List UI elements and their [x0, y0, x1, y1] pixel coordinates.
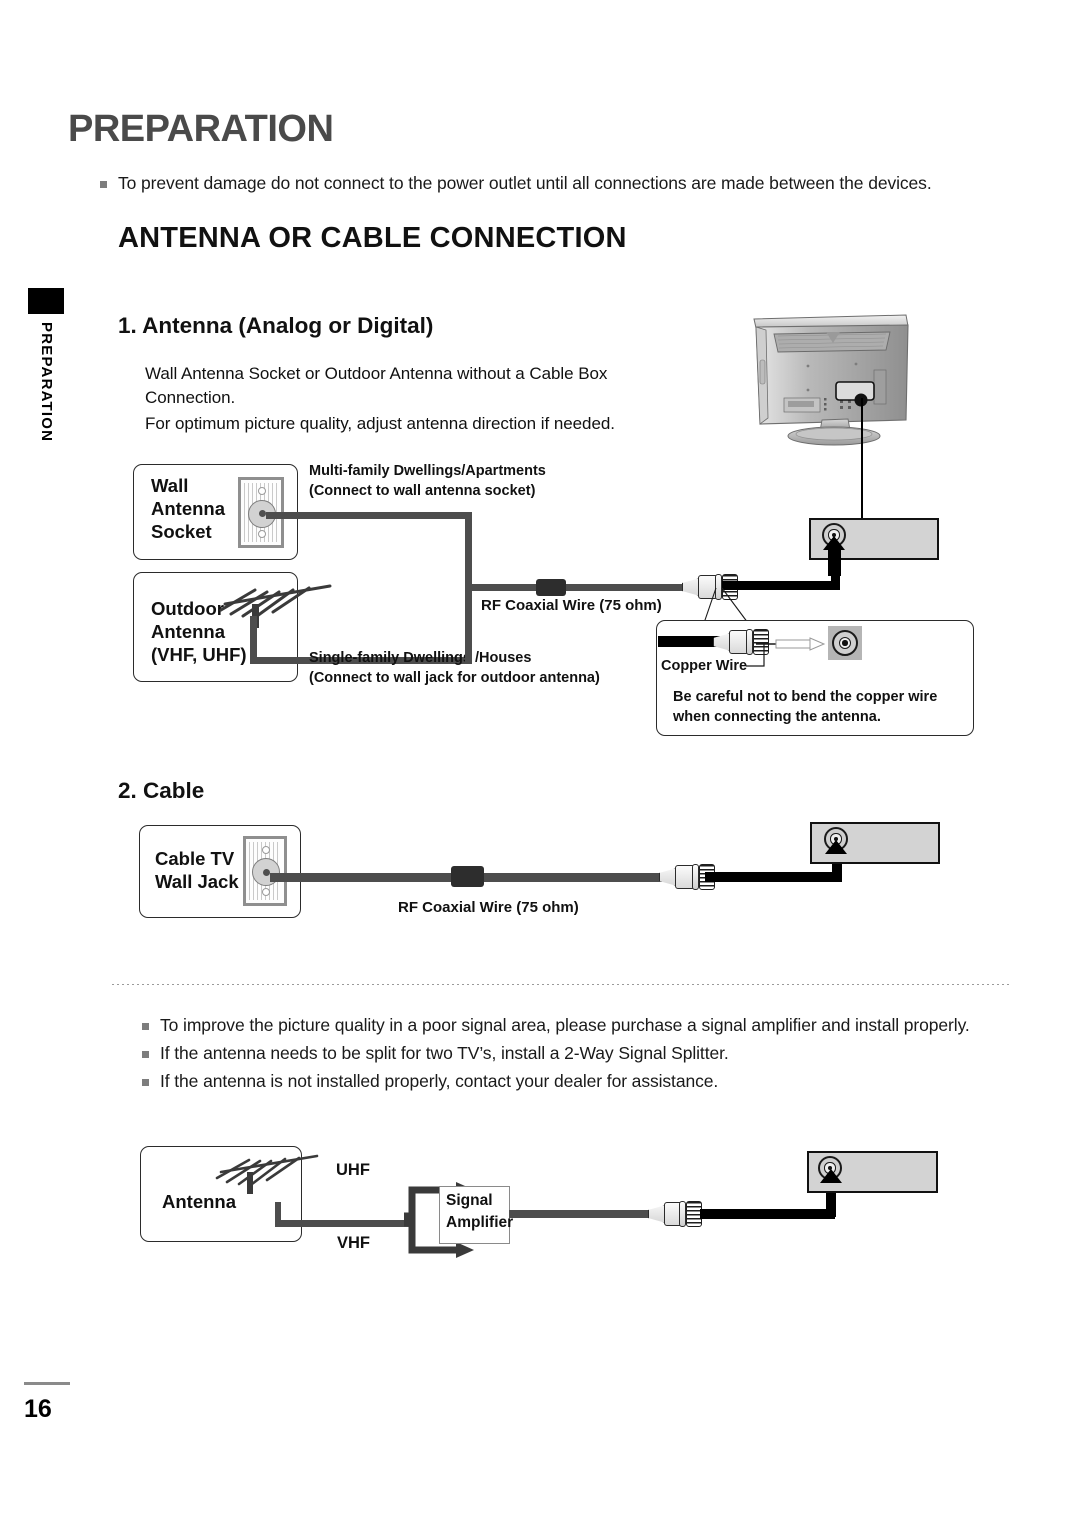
- coax-ferrite-1: [536, 579, 566, 596]
- black-coax-to-panel-2: [705, 872, 842, 882]
- plate-screw-bottom: [262, 888, 270, 896]
- plate-screw-top: [258, 487, 266, 495]
- copper-wire-leader-lines: [703, 587, 749, 624]
- bullet-square-icon: [142, 1079, 149, 1086]
- subsection-1-line-3: For optimum picture quality, adjust ante…: [145, 414, 615, 433]
- multi-family-note: Multi-family Dwellings/Apartments (Conne…: [309, 463, 546, 499]
- page-title: PREPARATION: [68, 108, 334, 150]
- subsection-1-line-2: Connection.: [145, 388, 236, 407]
- list-item: If the antenna needs to be split for two…: [138, 1043, 1008, 1064]
- single-family-note: Single-family Dwellings /Houses (Connect…: [309, 650, 600, 686]
- bullet-square-icon: [142, 1051, 149, 1058]
- copper-wire-warning: Be careful not to bend the copper wire w…: [673, 689, 938, 725]
- coax-ferrite-2: [451, 866, 484, 887]
- top-note: To prevent damage do not connect to the …: [100, 173, 932, 194]
- callout-coax-cable: [658, 636, 720, 647]
- tips-list: To improve the picture quality in a poor…: [138, 1015, 1008, 1099]
- plate-screw-bottom: [258, 530, 266, 538]
- subsection-1-heading: 1. Antenna (Analog or Digital): [118, 313, 434, 338]
- tip-text: If the antenna is not installed properly…: [160, 1071, 719, 1091]
- f-connector-ring: [692, 864, 699, 890]
- rf-coax-label-2: RF Coaxial Wire (75 ohm): [398, 899, 579, 916]
- subsection-1-line-1: Wall Antenna Socket or Outdoor Antenna w…: [145, 364, 608, 383]
- sidebar-black-tab-icon: [28, 288, 64, 314]
- uhf-label: UHF: [336, 1161, 370, 1179]
- antenna-jack-arrow-3: [820, 1169, 842, 1183]
- top-note-text: To prevent damage do not connect to the …: [118, 173, 932, 193]
- copper-wire-label: Copper Wire: [661, 658, 748, 674]
- list-item: If the antenna is not installed properly…: [138, 1071, 1008, 1092]
- bullet-square-icon: [142, 1023, 149, 1030]
- list-item: To improve the picture quality in a poor…: [138, 1015, 1008, 1036]
- vhf-label: VHF: [337, 1234, 370, 1252]
- copper-wire-pointer-line: [746, 644, 765, 667]
- page-number: 16: [24, 1395, 52, 1423]
- tv-port-drop-line: [861, 398, 864, 518]
- black-coax-riser-1: [831, 549, 840, 587]
- wall-socket-coax-horizontal: [266, 512, 472, 519]
- sidebar-vertical-label: PREPARATION: [38, 322, 55, 443]
- tv-rear-illustration: [753, 314, 909, 446]
- rf-coax-label-1: RF Coaxial Wire (75 ohm): [481, 597, 662, 614]
- wall-antenna-socket-label: Wall Antenna Socket: [151, 475, 225, 542]
- plate-screw-top: [262, 846, 270, 854]
- page-number-rule: [24, 1382, 70, 1385]
- coax-main-run: [465, 584, 702, 591]
- bullet-square-icon: [100, 181, 107, 188]
- signal-amplifier-label: Signal Amplifier: [446, 1192, 514, 1231]
- outdoor-antenna-icon: [219, 584, 332, 628]
- amplifier-antenna-lead: [275, 1220, 411, 1227]
- section-title: ANTENNA OR CABLE CONNECTION: [118, 222, 627, 254]
- f-connector-ring: [679, 1201, 686, 1227]
- section-divider: [112, 984, 1010, 985]
- amplifier-antenna-icon: [215, 1154, 319, 1194]
- cable-wall-jack-plate-icon: [243, 836, 287, 906]
- black-coax-to-panel-3: [700, 1209, 835, 1219]
- tip-text: To improve the picture quality in a poor…: [160, 1015, 970, 1035]
- antenna-jack-arrow-2: [825, 840, 847, 854]
- manual-page: PREPARATION 16 PREPARATION To prevent da…: [0, 0, 1080, 1528]
- subsection-2-heading: 2. Cable: [118, 778, 205, 803]
- cable-tv-wall-jack-label: Cable TV Wall Jack: [155, 848, 239, 892]
- callout-antenna-jack-icon: [832, 630, 858, 656]
- amplifier-output-coax: [509, 1210, 657, 1218]
- tip-text: If the antenna needs to be split for two…: [160, 1043, 729, 1063]
